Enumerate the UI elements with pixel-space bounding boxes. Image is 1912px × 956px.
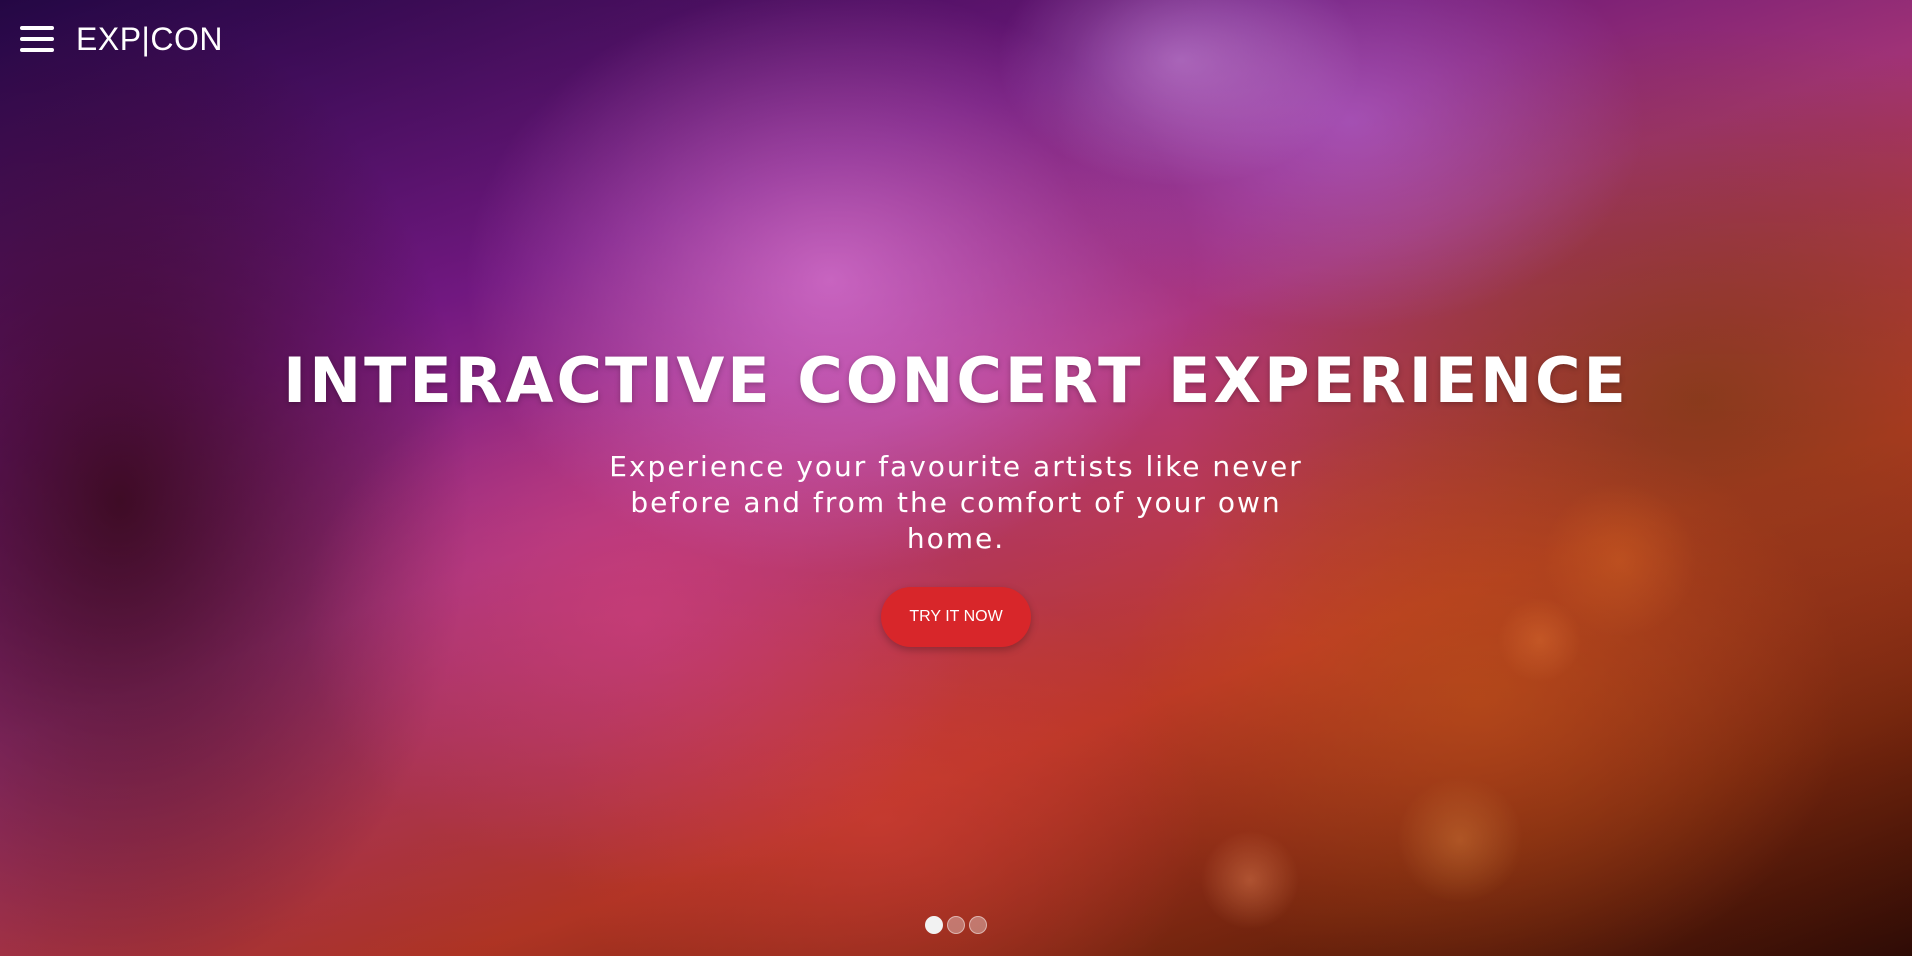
carousel-dot-1[interactable] (925, 916, 943, 934)
menu-line (20, 26, 54, 30)
carousel-dot-3[interactable] (969, 916, 987, 934)
carousel-dot-2[interactable] (947, 916, 965, 934)
hero-content: INTERACTIVE CONCERT EXPERIENCE Experienc… (0, 345, 1912, 647)
hero-background: EXP|CON INTERACTIVE CONCERT EXPERIENCE E… (0, 0, 1912, 956)
carousel-indicators (0, 916, 1912, 934)
top-bar: EXP|CON (0, 0, 223, 78)
try-it-now-button[interactable]: TRY IT NOW (881, 587, 1031, 647)
hamburger-menu-icon[interactable] (20, 26, 54, 52)
hero-subtitle: Experience your favourite artists like n… (576, 449, 1336, 557)
hero-subtitle-line-2: before and from the comfort of your own … (630, 486, 1282, 555)
menu-line (20, 48, 54, 52)
hero-subtitle-line-1: Experience your favourite artists like n… (609, 450, 1303, 483)
site-logo[interactable]: EXP|CON (76, 21, 223, 58)
menu-line (20, 37, 54, 41)
hero-title: INTERACTIVE CONCERT EXPERIENCE (283, 344, 1629, 417)
